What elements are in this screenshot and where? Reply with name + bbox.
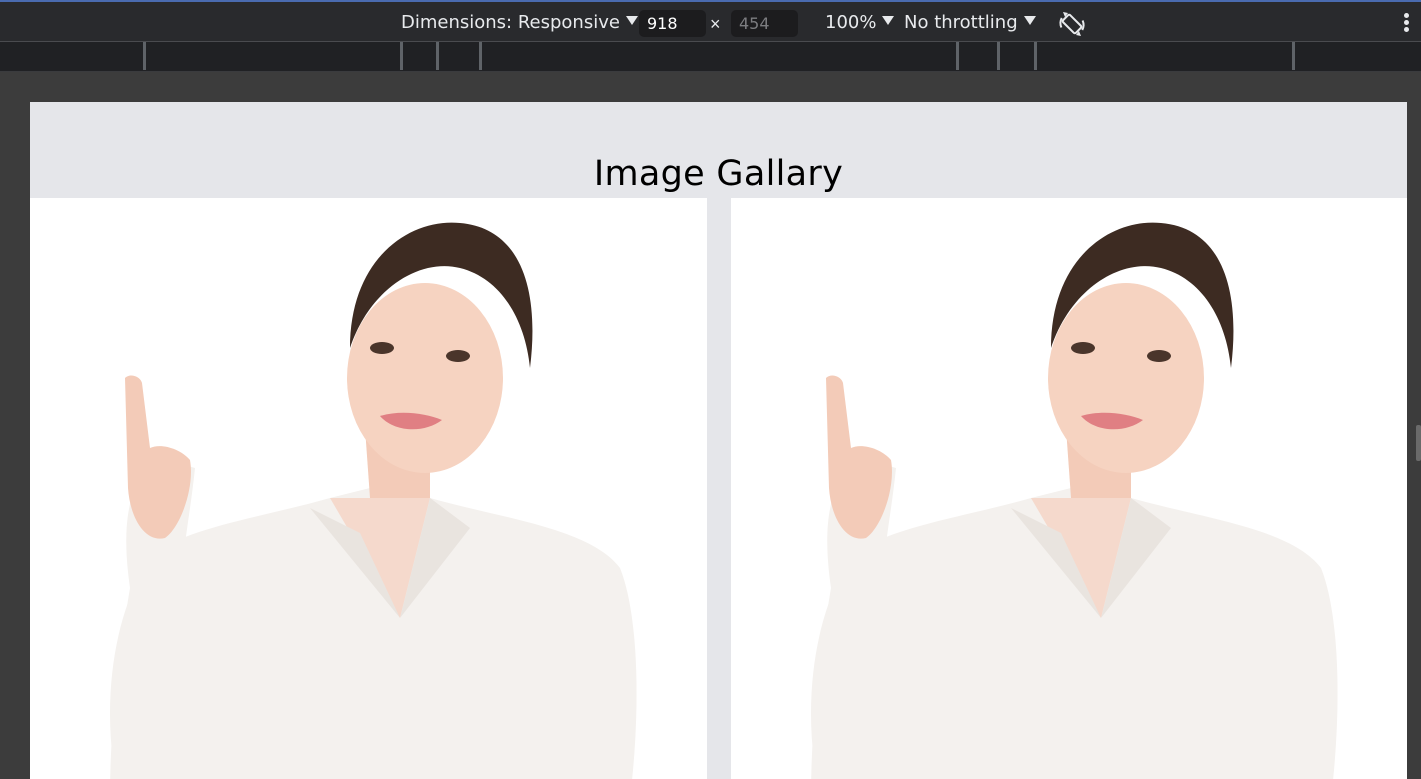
more-options-icon[interactable]	[1400, 13, 1412, 35]
chevron-down-icon	[882, 15, 895, 25]
media-query-marker[interactable]	[143, 42, 146, 70]
throttling-dropdown[interactable]: No throttling	[904, 2, 1036, 42]
rotate-icon[interactable]	[1057, 9, 1087, 39]
width-input[interactable]: 918	[639, 10, 706, 37]
page-title: Image Gallary	[593, 154, 844, 194]
media-query-marker[interactable]	[1034, 42, 1037, 70]
gallery-item[interactable]	[731, 198, 1407, 779]
dimensions-dropdown[interactable]: Dimensions: Responsive	[401, 2, 638, 42]
media-query-marker[interactable]	[997, 42, 1000, 70]
media-query-bar	[0, 42, 1421, 72]
dimensions-label: Dimensions: Responsive	[401, 11, 620, 33]
media-query-marker[interactable]	[479, 42, 482, 70]
height-input[interactable]: 454	[731, 10, 798, 37]
throttling-label: No throttling	[904, 11, 1018, 33]
woman-pointing-up-image	[731, 198, 1407, 779]
device-viewport: Image Gallary	[30, 102, 1407, 779]
times-symbol: ×	[710, 14, 721, 34]
scrollbar-thumb[interactable]	[1416, 425, 1421, 461]
zoom-dropdown[interactable]: 100%	[825, 2, 895, 42]
zoom-label: 100%	[825, 11, 877, 33]
media-query-marker[interactable]	[400, 42, 403, 70]
woman-pointing-up-image	[30, 198, 707, 779]
chevron-down-icon	[625, 15, 638, 25]
media-query-marker[interactable]	[956, 42, 959, 70]
media-query-marker[interactable]	[436, 42, 439, 70]
chevron-down-icon	[1023, 15, 1036, 25]
gallery-item[interactable]	[30, 198, 707, 779]
media-query-marker[interactable]	[1292, 42, 1295, 70]
device-toolbar: Dimensions: Responsive 918 × 454 100% No…	[0, 0, 1421, 42]
